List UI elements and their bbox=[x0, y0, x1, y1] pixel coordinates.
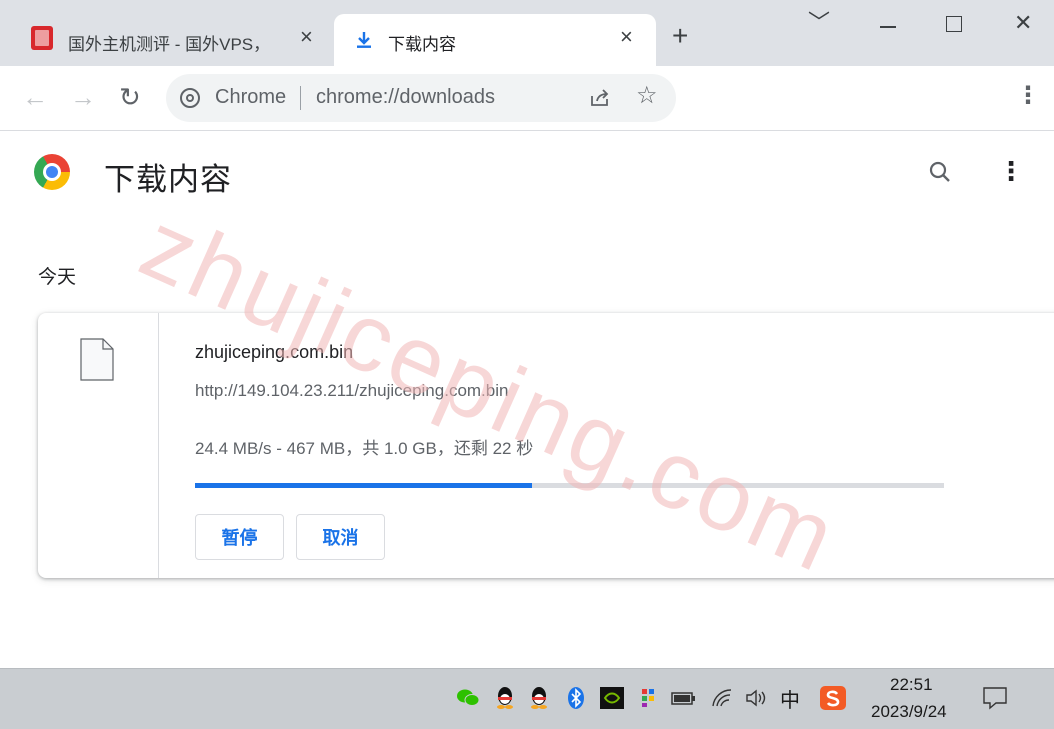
search-icon[interactable] bbox=[928, 160, 952, 184]
reload-icon[interactable]: ↻ bbox=[119, 84, 141, 110]
file-icon bbox=[80, 338, 114, 381]
share-icon[interactable] bbox=[588, 86, 612, 110]
tab-title: 下载内容 bbox=[388, 35, 456, 54]
forward-arrow-icon[interactable]: → bbox=[70, 84, 96, 110]
tab-title: 国外主机测评 - 国外VPS， bbox=[68, 35, 271, 54]
qq-icon[interactable] bbox=[494, 684, 516, 712]
minimize-button[interactable] bbox=[880, 26, 896, 28]
omnibox-url[interactable]: chrome://downloads bbox=[316, 86, 495, 109]
notification-icon[interactable] bbox=[982, 684, 1008, 712]
app-tray-icon[interactable] bbox=[638, 684, 658, 712]
wechat-icon[interactable] bbox=[456, 684, 480, 712]
tab-zhujiceping[interactable]: 国外主机测评 - 国外VPS， × bbox=[18, 14, 330, 66]
pause-button[interactable]: 暂停 bbox=[195, 514, 284, 560]
site-favicon-icon bbox=[31, 26, 53, 50]
download-icon bbox=[357, 32, 371, 48]
clock-date[interactable]: 2023/9/24 bbox=[871, 702, 947, 722]
omnibox-divider bbox=[300, 86, 301, 110]
bookmark-star-icon[interactable]: ☆ bbox=[636, 84, 658, 108]
qq-icon[interactable] bbox=[528, 684, 550, 712]
omnibox-label: Chrome bbox=[215, 86, 287, 108]
chrome-page-icon bbox=[180, 88, 200, 108]
tab-downloads[interactable]: 下载内容 × bbox=[334, 14, 656, 66]
tab-search-icon[interactable]: ﹀ bbox=[808, 12, 830, 34]
wifi-icon[interactable] bbox=[710, 684, 734, 712]
download-progress-fill bbox=[195, 483, 533, 488]
bluetooth-icon[interactable] bbox=[566, 684, 586, 712]
cancel-button[interactable]: 取消 bbox=[296, 514, 385, 560]
tab-close-icon[interactable]: × bbox=[620, 26, 633, 48]
new-tab-button[interactable]: + bbox=[672, 22, 688, 50]
chrome-logo-icon bbox=[34, 154, 70, 190]
sogou-input-icon[interactable] bbox=[820, 684, 846, 712]
volume-icon[interactable] bbox=[744, 684, 768, 712]
chrome-menu-icon[interactable]: ⋮ bbox=[1016, 84, 1040, 108]
close-window-button[interactable]: ✕ bbox=[1014, 12, 1032, 34]
ime-indicator[interactable]: 中 bbox=[778, 684, 802, 712]
nvidia-icon[interactable] bbox=[600, 684, 624, 712]
more-actions-icon[interactable]: ⋮ bbox=[998, 158, 1024, 184]
tab-close-icon[interactable]: × bbox=[300, 26, 313, 48]
clock-time[interactable]: 22:51 bbox=[890, 675, 933, 695]
card-divider bbox=[158, 313, 159, 578]
back-arrow-icon[interactable]: ← bbox=[22, 84, 48, 110]
battery-icon[interactable] bbox=[670, 684, 696, 712]
date-section-header: 今天 bbox=[38, 267, 77, 288]
maximize-button[interactable] bbox=[946, 16, 962, 32]
